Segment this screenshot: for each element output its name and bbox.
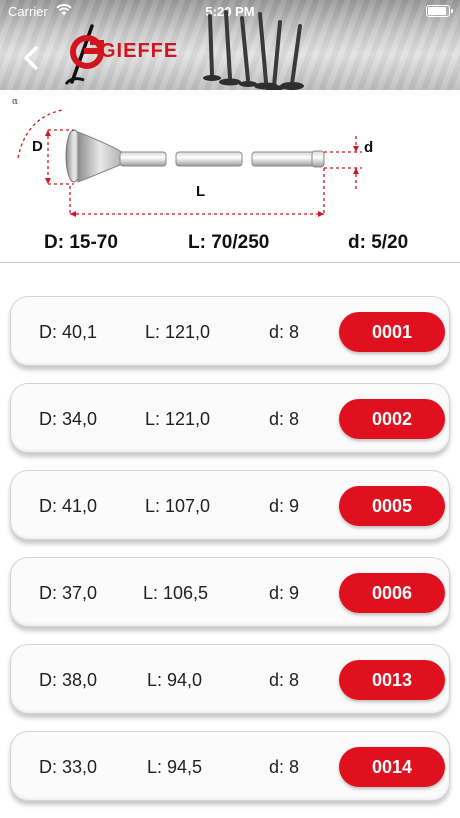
item-length: L: 121,0 <box>145 409 211 429</box>
list-item[interactable]: D: 38,0 L: 94,0 d: 8 0013 <box>10 644 450 714</box>
item-length: L: 106,5 <box>143 583 209 603</box>
battery-icon <box>426 5 453 17</box>
code-button[interactable]: 0005 <box>339 486 445 526</box>
item-diameter: D: 34,0 <box>39 409 98 429</box>
divider <box>0 262 460 263</box>
valves-image <box>203 10 304 90</box>
code-button[interactable]: 0002 <box>339 399 445 439</box>
range-L: L: 70/250 <box>188 232 270 253</box>
item-diameter: D: 40,1 <box>39 322 98 342</box>
angle-label: α <box>12 97 18 107</box>
item-length: L: 94,5 <box>147 757 203 777</box>
range-D: D: 15-70 <box>44 232 118 253</box>
code-button[interactable]: 0014 <box>339 747 445 787</box>
item-length: L: 121,0 <box>145 322 211 342</box>
list-item[interactable]: D: 40,1 L: 121,0 d: 8 0001 <box>10 296 450 366</box>
spec-ranges: D: 15-70 L: 70/250 d: 5/20 <box>0 228 460 258</box>
list-item[interactable]: D: 33,0 L: 94,5 d: 8 0014 <box>10 731 450 801</box>
item-length: L: 94,0 <box>147 670 203 690</box>
item-stem: d: 9 <box>269 583 300 603</box>
item-diameter: D: 33,0 <box>39 757 98 777</box>
code-button[interactable]: 0013 <box>339 660 445 700</box>
item-stem: d: 8 <box>269 322 300 342</box>
item-stem: d: 8 <box>269 670 300 690</box>
item-length: L: 107,0 <box>145 496 211 516</box>
diagram-label-d: d <box>364 139 373 156</box>
item-stem: d: 9 <box>269 496 300 516</box>
item-diameter: D: 38,0 <box>39 670 98 690</box>
code-button[interactable]: 0006 <box>339 573 445 613</box>
diagram-label-L: L <box>196 183 205 200</box>
item-stem: d: 8 <box>269 409 300 429</box>
code-button[interactable]: 0001 <box>339 312 445 352</box>
list-item[interactable]: D: 34,0 L: 121,0 d: 8 0002 <box>10 383 450 453</box>
item-stem: d: 8 <box>269 757 300 777</box>
header: Carrier 5:20 PM GIEFFE <box>0 0 460 90</box>
brand-name: GIEFFE <box>100 40 179 62</box>
valve-diagram: α D L d <box>12 97 373 217</box>
diagram-label-D: D <box>32 138 43 155</box>
range-d: d: 5/20 <box>348 232 409 253</box>
list-item[interactable]: D: 37,0 L: 106,5 d: 9 0006 <box>10 557 450 627</box>
list-item[interactable]: D: 41,0 L: 107,0 d: 9 0005 <box>10 470 450 540</box>
item-diameter: D: 41,0 <box>39 496 98 516</box>
back-button[interactable] <box>14 40 50 76</box>
item-diameter: D: 37,0 <box>39 583 98 603</box>
